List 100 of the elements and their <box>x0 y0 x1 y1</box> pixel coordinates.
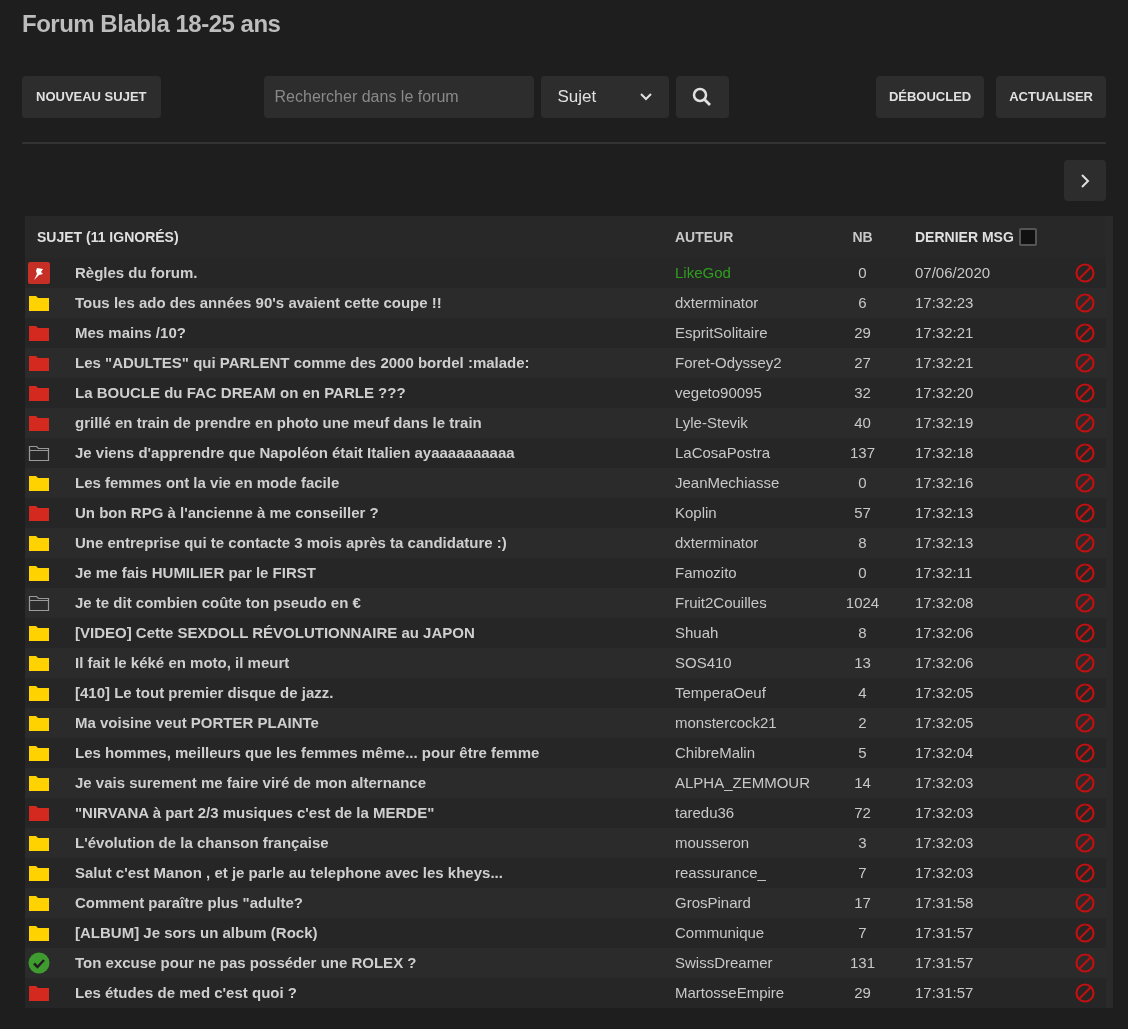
author-name[interactable]: Lyle-Stevik <box>675 411 825 435</box>
author-name[interactable]: TemperaOeuf <box>675 681 825 705</box>
topic-link[interactable]: Je te dit combien coûte ton pseudo en € <box>75 591 675 615</box>
block-icon[interactable] <box>1075 713 1095 733</box>
author-name[interactable]: EspritSolitaire <box>675 321 825 345</box>
topic-link[interactable]: Ma voisine veut PORTER PLAINTe <box>75 711 675 735</box>
topic-link[interactable]: Mes mains /10? <box>75 321 675 345</box>
topic-link[interactable]: Les études de med c'est quoi ? <box>75 981 675 1005</box>
message-count: 0 <box>857 262 868 283</box>
block-icon[interactable] <box>1075 593 1095 613</box>
folder-icon <box>28 774 50 792</box>
author-name[interactable]: SOS410 <box>675 651 825 675</box>
author-name[interactable]: LikeGod <box>675 261 825 285</box>
column-header[interactable]: NB <box>825 226 900 248</box>
block-icon[interactable] <box>1075 503 1095 523</box>
block-icon[interactable] <box>1075 563 1095 583</box>
topic-link[interactable]: "NIRVANA à part 2/3 musiques c'est de la MERDE" <box>75 801 675 825</box>
author-name[interactable]: Famozito <box>675 561 825 585</box>
topic-link[interactable]: L'évolution de la chanson française <box>75 831 675 855</box>
author-name[interactable]: Shuah <box>675 621 825 645</box>
block-icon[interactable] <box>1075 773 1095 793</box>
folder-icon <box>28 744 50 762</box>
block-icon[interactable] <box>1075 323 1095 343</box>
topic-link[interactable]: Un bon RPG à l'ancienne à me conseiller ? <box>75 501 675 525</box>
block-icon[interactable] <box>1075 923 1095 943</box>
column-header[interactable]: SUJET (11 IGNORÉS) <box>25 226 675 248</box>
block-icon[interactable] <box>1075 893 1095 913</box>
author-name[interactable]: reassurance_ <box>675 861 825 885</box>
block-icon[interactable] <box>1075 533 1095 553</box>
topic-link[interactable]: grillé en train de prendre en photo une meuf dans le train <box>75 411 675 435</box>
topic-link[interactable]: Ton excuse pour ne pas posséder une ROLEX ? <box>75 951 675 975</box>
message-count: 2 <box>857 712 868 733</box>
block-icon[interactable] <box>1075 953 1095 973</box>
toolbar-button[interactable]: ACTUALISER <box>996 76 1106 118</box>
block-icon[interactable] <box>1075 863 1095 883</box>
search-button[interactable] <box>675 76 729 118</box>
author-name[interactable]: Koplin <box>675 501 825 525</box>
topic-link[interactable]: Salut c'est Manon , et je parle au telephone avec les kheys... <box>75 861 675 885</box>
checkbox[interactable] <box>1018 228 1037 246</box>
author-name[interactable]: JeanMechiasse <box>675 471 825 495</box>
topic-link[interactable]: Comment paraître plus "adulte? <box>75 891 675 915</box>
topic-link[interactable]: Je vais surement me faire viré de mon alternance <box>75 771 675 795</box>
next-page-button[interactable] <box>1064 160 1106 201</box>
topic-link[interactable]: [VIDEO] Cette SEXDOLL RÉVOLUTIONNAIRE au JAPON <box>75 621 675 645</box>
column-header[interactable]: DERNIER MSG <box>900 226 1014 248</box>
block-icon[interactable] <box>1075 983 1095 1003</box>
author-name[interactable]: Communique <box>675 921 825 945</box>
block-icon[interactable] <box>1075 443 1095 463</box>
block-icon[interactable] <box>1075 743 1095 763</box>
last-message-time: 17:32:16 <box>914 472 975 493</box>
message-count: 7 <box>857 862 868 883</box>
topic-link[interactable]: [410] Le tout premier disque de jazz. <box>75 681 675 705</box>
block-icon[interactable] <box>1075 473 1095 493</box>
search-scope-dropdown[interactable]: Sujet <box>540 76 669 118</box>
last-message-time: 17:32:06 <box>914 652 975 673</box>
block-icon[interactable] <box>1075 653 1095 673</box>
search-field[interactable]: Rechercher dans le forum <box>263 76 534 118</box>
author-name[interactable]: Foret-Odyssey2 <box>675 351 825 375</box>
message-count: 17 <box>853 892 872 913</box>
author-name[interactable]: monstercock21 <box>675 711 825 735</box>
author-name[interactable]: ChibreMalin <box>675 741 825 765</box>
column-header[interactable]: AUTEUR <box>675 226 825 248</box>
author-name[interactable]: taredu36 <box>675 801 825 825</box>
author-name[interactable]: SwissDreamer <box>675 951 825 975</box>
author-name[interactable]: vegeto90095 <box>675 381 825 405</box>
folder-icon <box>28 684 50 702</box>
block-icon[interactable] <box>1075 293 1095 313</box>
topic-link[interactable]: Les femmes ont la vie en mode facile <box>75 471 675 495</box>
block-icon[interactable] <box>1075 803 1095 823</box>
author-name[interactable]: dxterminator <box>675 531 825 555</box>
message-count: 5 <box>857 742 868 763</box>
topic-link[interactable]: Je me fais HUMILIER par le FIRST <box>75 561 675 585</box>
topic-link[interactable]: Les hommes, meilleurs que les femmes même... pour être femme <box>75 741 675 765</box>
topic-link[interactable]: Règles du forum. <box>75 261 675 285</box>
block-icon[interactable] <box>1075 353 1095 373</box>
topic-link[interactable]: [ALBUM] Je sors un album (Rock) <box>75 921 675 945</box>
topic-link[interactable]: Les "ADULTES" qui PARLENT comme des 2000 bordel :malade: <box>75 351 675 375</box>
block-icon[interactable] <box>1075 683 1095 703</box>
topic-link[interactable]: La BOUCLE du FAC DREAM on en PARLE ??? <box>75 381 675 405</box>
author-name[interactable]: GrosPinard <box>675 891 825 915</box>
author-name[interactable]: Fruit2Couilles <box>675 591 825 615</box>
block-icon[interactable] <box>1075 383 1095 403</box>
folder-icon <box>28 834 50 852</box>
author-name[interactable]: MartosseEmpire <box>675 981 825 1005</box>
checkmark-icon <box>28 952 50 974</box>
folder-icon <box>28 444 50 462</box>
block-icon[interactable] <box>1075 413 1095 433</box>
author-name[interactable]: dxterminator <box>675 291 825 315</box>
block-icon[interactable] <box>1075 623 1095 643</box>
block-icon[interactable] <box>1075 263 1095 283</box>
topic-link[interactable]: Je viens d'apprendre que Napoléon était Italien ayaaaaaaaaaa <box>75 441 675 465</box>
toolbar-button[interactable]: DÉBOUCLED <box>875 76 985 118</box>
new-topic-button[interactable]: NOUVEAU SUJET <box>22 76 161 118</box>
author-name[interactable]: ALPHA_ZEMMOUR <box>675 771 825 795</box>
topic-link[interactable]: Une entreprise qui te contacte 3 mois après ta candidature :) <box>75 531 675 555</box>
topic-link[interactable]: Il fait le kéké en moto, il meurt <box>75 651 675 675</box>
author-name[interactable]: LaCosaPostra <box>675 441 825 465</box>
author-name[interactable]: mousseron <box>675 831 825 855</box>
block-icon[interactable] <box>1075 833 1095 853</box>
topic-link[interactable]: Tous les ado des années 90's avaient cette coupe !! <box>75 291 675 315</box>
